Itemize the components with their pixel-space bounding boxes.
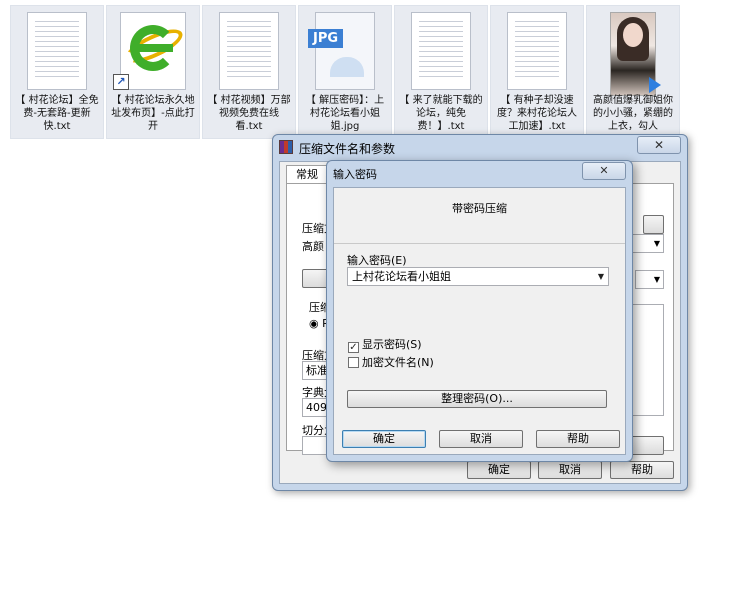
divider — [334, 243, 625, 244]
video-thumbnail-icon — [610, 12, 661, 96]
chevron-down-icon: ▼ — [653, 239, 660, 248]
file-caption: 【 解压密码】：上村花论坛看小姐姐.jpg — [305, 95, 385, 132]
dialog-title: 压缩文件名和参数 — [299, 142, 396, 156]
shortcut-arrow-icon: ↗ — [113, 74, 129, 90]
help-button[interactable]: 帮助 — [536, 430, 620, 448]
chevron-down-icon[interactable]: ▼ — [598, 268, 604, 285]
password-dialog-body: 带密码压缩 输入密码(E) 上村花论坛看小姐姐 ▼ ✓ 显示密码(S) 加密文件名… — [333, 187, 626, 455]
tab-general[interactable]: 常规 — [286, 165, 328, 184]
winrar-icon — [279, 140, 293, 154]
file-item-txt-2[interactable]: 【 村花视频】万部视频免费在线看.txt — [202, 5, 296, 139]
cancel-button[interactable]: 取消 — [439, 430, 523, 448]
chevron-down-icon: ▼ — [653, 275, 660, 284]
ok-button[interactable]: 确定 — [467, 461, 531, 479]
cancel-button[interactable]: 取消 — [538, 461, 602, 479]
file-caption: 【 有种子却没速度？来村花论坛人工加速】.txt — [497, 95, 577, 132]
file-caption: 【 村花视频】万部视频免费在线看.txt — [207, 95, 291, 132]
password-dialog-title: 输入密码 — [333, 168, 377, 181]
file-caption: 【 村花论坛】全免费-无套路-更新快.txt — [15, 95, 99, 132]
password-input[interactable]: 上村花论坛看小姐姐 ▼ — [347, 267, 609, 286]
internet-shortcut-icon — [120, 12, 187, 90]
show-password-checkbox[interactable]: ✓ 显示密码(S) — [348, 336, 422, 353]
file-caption: 高颜值爆乳御姐你的小小骚，紧绷的上衣，勾人 — [593, 95, 673, 132]
password-dialog: 输入密码 ✕ 带密码压缩 输入密码(E) 上村花论坛看小姐姐 ▼ ✓ 显示密码(S… — [326, 160, 633, 462]
password-heading: 带密码压缩 — [452, 202, 507, 215]
close-button[interactable]: ✕ — [582, 162, 626, 180]
file-item-jpg[interactable]: JPG 【 解压密码】：上村花论坛看小姐姐.jpg — [298, 5, 392, 139]
help-button[interactable]: 帮助 — [610, 461, 674, 479]
options-combo[interactable]: ▼ — [635, 270, 664, 289]
text-file-icon — [27, 12, 87, 90]
encrypt-filenames-checkbox[interactable]: 加密文件名(N) — [348, 354, 434, 369]
file-item-video[interactable]: 高颜值爆乳御姐你的小小骚，紧绷的上衣，勾人 — [586, 5, 680, 139]
ok-button[interactable]: 确定 — [342, 430, 426, 448]
close-button[interactable]: ✕ — [637, 136, 681, 154]
checkbox-empty-icon — [348, 357, 359, 368]
enter-password-label: 输入密码(E) — [347, 254, 407, 267]
checkmark-icon: ✓ — [348, 342, 359, 353]
password-value: 上村花论坛看小姐姐 — [352, 270, 451, 283]
jpg-file-icon: JPG — [308, 12, 375, 90]
file-item-url[interactable]: ↗ 【 村花论坛永久地址发布页】-点此打开 — [106, 5, 200, 139]
encrypt-filenames-label: 加密文件名(N) — [362, 356, 434, 369]
jpg-badge: JPG — [308, 29, 344, 48]
text-file-icon — [411, 12, 471, 90]
file-caption: 【 来了就能下载的论坛，纯免费！】.txt — [399, 95, 483, 132]
organize-passwords-button[interactable]: 整理密码(O)... — [347, 390, 607, 408]
file-item-txt-4[interactable]: 【 有种子却没速度？来村花论坛人工加速】.txt — [490, 5, 584, 139]
titlebar: 压缩文件名和参数 ✕ — [273, 135, 687, 159]
text-file-icon — [219, 12, 279, 90]
text-file-icon — [507, 12, 567, 90]
play-icon — [649, 77, 661, 93]
browse-button[interactable] — [643, 215, 664, 234]
file-item-txt-3[interactable]: 【 来了就能下载的论坛，纯免费！】.txt — [394, 5, 488, 139]
file-caption: 【 村花论坛永久地址发布页】-点此打开 — [111, 95, 195, 132]
profile-value: 高颜 — [302, 240, 324, 253]
file-item-txt-1[interactable]: 【 村花论坛】全免费-无套路-更新快.txt — [10, 5, 104, 139]
show-password-label: 显示密码(S) — [362, 338, 422, 351]
